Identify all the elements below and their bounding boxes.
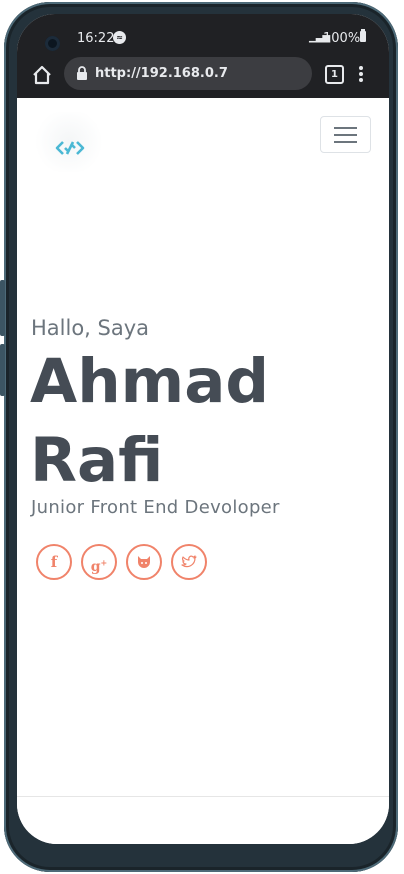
code-logo-icon [55,141,85,155]
nav-toggle-button[interactable] [320,116,371,153]
volume-button [0,280,5,336]
google-plus-link[interactable]: g+ [81,544,117,580]
hero-name: Ahmad Rafi [30,342,360,500]
spotify-icon: ≈ [113,31,126,44]
greeting-text: Hallo, Saya [31,316,150,340]
role-text: Junior Front End Devoloper [31,497,280,518]
address-bar-row: http://192.168.0.7 1 [17,54,389,98]
logo-wrap[interactable] [31,112,107,172]
hamburger-bar [334,141,357,143]
home-icon[interactable] [31,64,53,86]
tab-switcher-button[interactable]: 1 [325,65,344,84]
front-camera [45,36,60,51]
phone-screen: 16:22 ≈ ▁▃▅ 100% http://192.168.0.7 1 Ha… [17,14,389,844]
status-bar: 16:22 ≈ ▁▃▅ 100% [17,14,389,54]
lock-icon [77,66,87,80]
browser-menu-icon[interactable] [357,64,365,84]
hamburger-bar [334,134,357,136]
name-line-1: Ahmad [30,346,270,417]
github-link[interactable] [126,544,162,580]
battery-percentage: 100% [323,31,361,46]
twitter-link[interactable] [171,544,207,580]
github-icon [138,556,150,568]
url-text: http://192.168.0.7 [95,66,228,81]
facebook-link[interactable]: f [36,544,72,580]
battery-icon [360,29,366,42]
google-plus-icon: g+ [90,557,108,575]
browser-chrome: 16:22 ≈ ▁▃▅ 100% http://192.168.0.7 1 [17,14,389,98]
facebook-icon: f [50,553,58,571]
status-time: 16:22 [77,31,115,46]
footer-divider [17,796,389,797]
name-line-2: Rafi [30,425,164,496]
hamburger-bar [334,127,357,129]
url-field[interactable]: http://192.168.0.7 [64,57,312,90]
web-page: Hallo, Saya Ahmad Rafi Junior Front End … [17,98,389,844]
twitter-icon [181,555,197,568]
power-button [0,344,5,396]
